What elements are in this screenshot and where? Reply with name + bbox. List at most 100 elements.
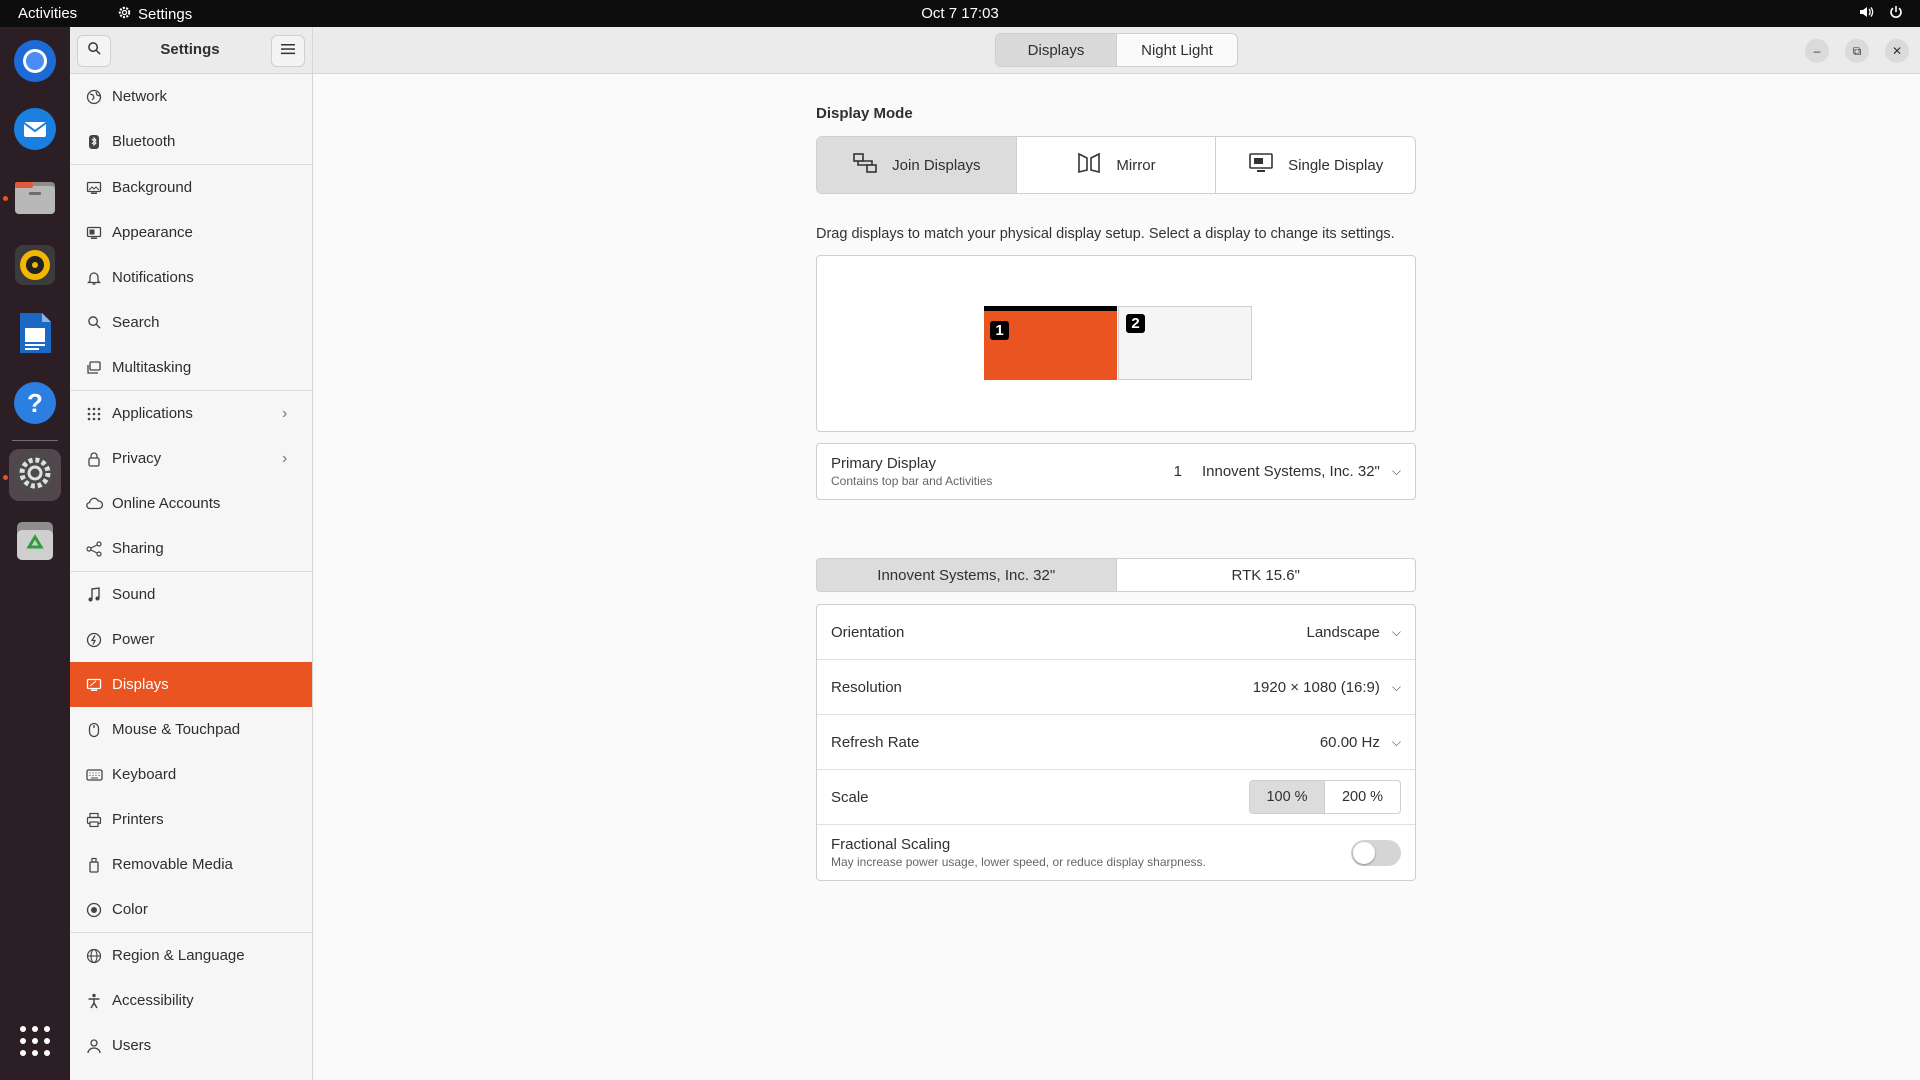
dock-settings[interactable] — [9, 449, 61, 501]
app-menu[interactable]: Settings — [117, 5, 192, 24]
single-display-button[interactable]: Single Display — [1216, 137, 1415, 193]
dock-files[interactable] — [9, 173, 61, 225]
join-displays-button[interactable]: Join Displays — [817, 137, 1017, 193]
sidebar-item-label: Applications — [112, 405, 193, 422]
sidebar-item-background[interactable]: Background — [70, 165, 312, 210]
sidebar-item-power[interactable]: Power — [70, 617, 312, 662]
sidebar-item-label: Removable Media — [112, 856, 233, 873]
sidebar-item-sharing[interactable]: Sharing — [70, 526, 312, 571]
activities-button[interactable]: Activities — [18, 5, 77, 22]
sidebar-item-notifications[interactable]: Notifications — [70, 255, 312, 300]
tab-display-rtk[interactable]: RTK 15.6" — [1117, 559, 1416, 591]
view-switcher: Displays Night Light — [995, 33, 1238, 67]
sidebar-item-mouse-touchpad[interactable]: Mouse & Touchpad — [70, 707, 312, 752]
sidebar-item-privacy[interactable]: Privacy › — [70, 436, 312, 481]
orientation-value: Landscape — [1306, 623, 1380, 641]
resolution-label: Resolution — [831, 678, 902, 696]
sidebar-item-multitasking[interactable]: Multitasking — [70, 345, 312, 390]
sidebar-item-users[interactable]: Users — [70, 1023, 312, 1068]
chromium-icon — [12, 38, 58, 89]
tab-night-light[interactable]: Night Light — [1117, 34, 1237, 66]
orientation-row[interactable]: Orientation Landscape ⌵ — [817, 605, 1415, 660]
dock-trash[interactable] — [9, 517, 61, 569]
sidebar-item-region-language[interactable]: Region & Language — [70, 933, 312, 978]
bell-icon — [70, 270, 112, 286]
sidebar-item-color[interactable]: Color — [70, 887, 312, 932]
monitor-2-number: 2 — [1126, 314, 1145, 333]
power-menu-icon[interactable] — [1888, 4, 1904, 24]
sidebar-item-label: Region & Language — [112, 947, 245, 964]
mirror-button[interactable]: Mirror — [1017, 137, 1217, 193]
dock-chromium[interactable] — [9, 37, 61, 89]
dock-writer[interactable] — [9, 309, 61, 361]
volume-icon[interactable] — [1858, 4, 1874, 24]
multitasking-icon — [70, 360, 112, 376]
minimize-icon: – — [1813, 44, 1821, 58]
clock[interactable]: Oct 7 17:03 — [921, 5, 999, 22]
resolution-dropdown[interactable]: 1920 × 1080 (16:9) ⌵ — [1253, 679, 1401, 696]
dock-thunderbird[interactable] — [9, 105, 61, 157]
sidebar-item-accessibility[interactable]: Accessibility — [70, 978, 312, 1023]
search-icon — [87, 41, 102, 61]
keyboard-icon — [70, 768, 112, 781]
minimize-button[interactable]: – — [1805, 39, 1829, 63]
sidebar-item-label: Sound — [112, 586, 156, 603]
sidebar-item-removable-media[interactable]: Removable Media — [70, 842, 312, 887]
sidebar-item-label: Mouse & Touchpad — [112, 721, 241, 738]
orientation-dropdown[interactable]: Landscape ⌵ — [1306, 624, 1401, 641]
resolution-row[interactable]: Resolution 1920 × 1080 (16:9) ⌵ — [817, 660, 1415, 715]
sidebar-item-search[interactable]: Search — [70, 300, 312, 345]
refresh-rate-dropdown[interactable]: 60.00 Hz ⌵ — [1320, 734, 1401, 751]
globe-icon — [70, 948, 112, 964]
dock-rhythmbox[interactable] — [9, 241, 61, 293]
search-button[interactable] — [77, 35, 111, 67]
fractional-scaling-row: Fractional Scaling May increase power us… — [817, 825, 1415, 880]
primary-display-dropdown[interactable]: 1 Innovent Systems, Inc. 32" ⌵ — [1174, 463, 1401, 480]
sidebar-header: Settings — [70, 27, 313, 74]
lock-icon — [70, 451, 112, 467]
sidebar-item-applications[interactable]: Applications › — [70, 391, 312, 436]
refresh-rate-row[interactable]: Refresh Rate 60.00 Hz ⌵ — [817, 715, 1415, 770]
mirror-icon — [1076, 151, 1102, 179]
sidebar-item-bluetooth[interactable]: Bluetooth — [70, 119, 312, 164]
sidebar-item-sound[interactable]: Sound — [70, 572, 312, 617]
sidebar-item-online-accounts[interactable]: Online Accounts — [70, 481, 312, 526]
sidebar-item-appearance[interactable]: Appearance — [70, 210, 312, 255]
chevron-down-icon: ⌵ — [1391, 624, 1401, 639]
dock-app-grid[interactable] — [9, 1017, 61, 1069]
refresh-rate-label: Refresh Rate — [831, 733, 920, 751]
sidebar-item-printers[interactable]: Printers — [70, 797, 312, 842]
mouse-icon — [70, 722, 112, 738]
maximize-button[interactable]: ⧉ — [1845, 39, 1869, 63]
scale-label: Scale — [831, 788, 869, 806]
removable-media-icon — [70, 857, 112, 873]
system-tray[interactable] — [1858, 4, 1904, 24]
header-bar: Settings Displays Night Light – ⧉ ✕ — [70, 27, 1920, 74]
fractional-scaling-toggle[interactable] — [1351, 839, 1401, 866]
close-button[interactable]: ✕ — [1885, 39, 1909, 63]
dock: ? — [0, 27, 70, 1080]
display-tabs: Innovent Systems, Inc. 32" RTK 15.6" — [816, 558, 1416, 592]
sidebar-item-network[interactable]: Network — [70, 74, 312, 119]
monitor-2[interactable]: 2 — [1118, 306, 1252, 380]
display-settings-card: Orientation Landscape ⌵ Resolution 1920 … — [816, 604, 1416, 881]
main-menu-button[interactable] — [271, 35, 305, 67]
files-icon — [12, 174, 58, 225]
displays-panel: Display Mode Join Displays Mirror Single… — [313, 74, 1920, 1080]
primary-display-row[interactable]: Primary Display Contains top bar and Act… — [817, 444, 1415, 499]
writer-icon — [12, 310, 58, 361]
fractional-scaling-subtitle: May increase power usage, lower speed, o… — [831, 855, 1206, 869]
refresh-rate-value: 60.00 Hz — [1319, 733, 1380, 751]
tab-displays[interactable]: Displays — [996, 34, 1117, 66]
sidebar-item-label: Multitasking — [112, 359, 192, 376]
tab-display-innovent[interactable]: Innovent Systems, Inc. 32" — [817, 559, 1117, 591]
settings-icon — [12, 450, 58, 501]
bluetooth-icon — [70, 134, 112, 150]
background-icon — [70, 180, 112, 196]
sidebar-item-keyboard[interactable]: Keyboard — [70, 752, 312, 797]
monitor-1[interactable]: 1 — [984, 306, 1117, 380]
dock-help[interactable]: ? — [9, 377, 61, 429]
scale-100-button[interactable]: 100 % — [1250, 781, 1325, 813]
sidebar-item-displays[interactable]: Displays — [70, 662, 312, 707]
scale-200-button[interactable]: 200 % — [1325, 781, 1400, 813]
